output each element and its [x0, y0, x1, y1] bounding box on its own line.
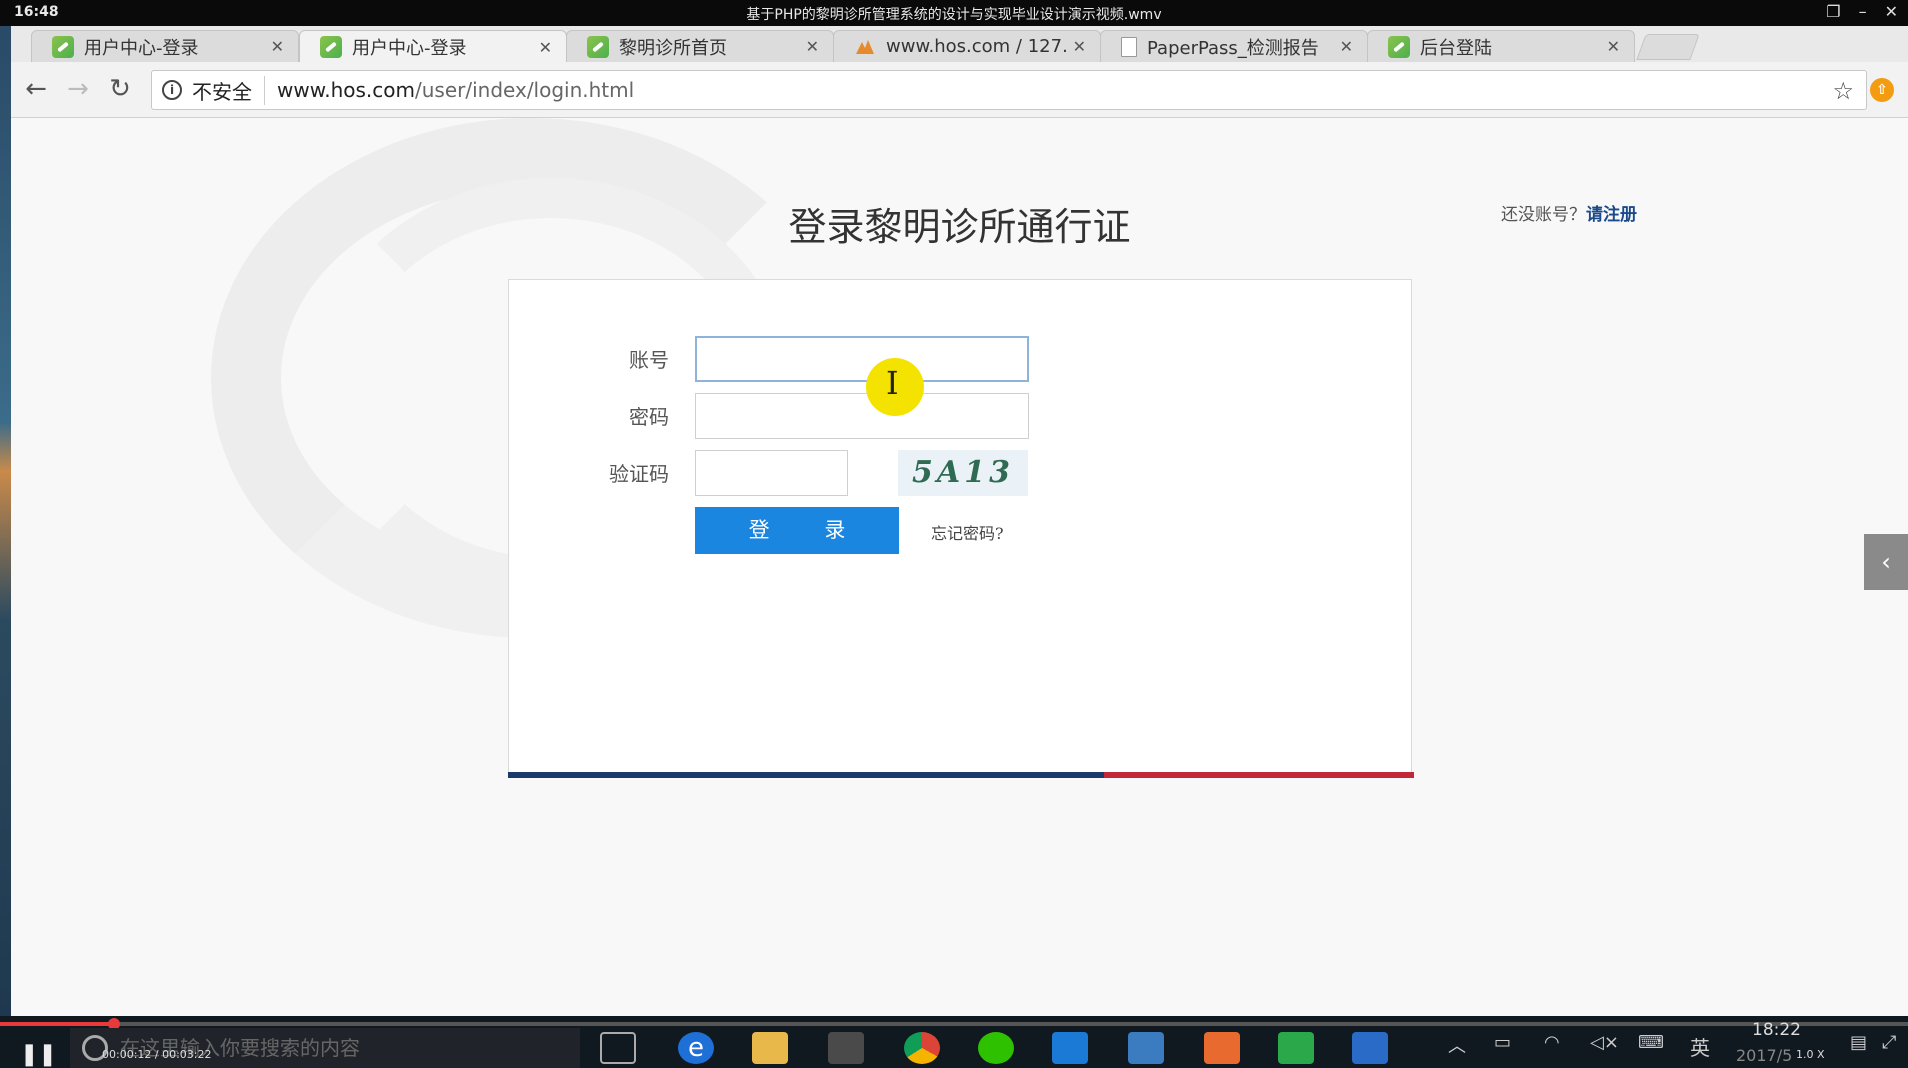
video-elapsed-time: 00:00:12 / 00:03:22: [102, 1048, 212, 1061]
tab-paperpass[interactable]: PaperPass_检测报告 ✕: [1100, 30, 1368, 62]
task-view-icon[interactable]: [600, 1032, 636, 1064]
register-prompt: 还没账号？请注册: [1501, 200, 1637, 225]
back-arrow-icon[interactable]: ←: [21, 74, 51, 104]
account-input[interactable]: [695, 336, 1029, 382]
window-controls: ❐ – ✕: [1826, 2, 1898, 21]
text-cursor-icon: I: [886, 364, 899, 402]
chrome-icon[interactable]: [904, 1032, 940, 1064]
login-card: 账号 密码 验证码 5A13 登 录 忘记密码?: [508, 279, 1414, 778]
side-panel-toggle[interactable]: ‹: [1864, 534, 1908, 590]
tab-user-login-1[interactable]: 用户中心-登录 ✕: [31, 30, 299, 62]
captcha-image[interactable]: 5A13: [898, 450, 1028, 496]
tab-close-icon[interactable]: ✕: [806, 37, 819, 56]
forgot-password-link[interactable]: 忘记密码?: [931, 520, 1004, 544]
app-icon[interactable]: [1128, 1032, 1164, 1064]
captcha-input[interactable]: [695, 450, 848, 496]
playback-speed[interactable]: 1.0 X: [1796, 1048, 1825, 1061]
forward-arrow-icon[interactable]: →: [63, 74, 93, 104]
tab-strip: 用户中心-登录 ✕ 用户中心-登录 ✕ 黎明诊所首页 ✕ www.hos.com…: [11, 26, 1908, 63]
desktop-background: [0, 26, 11, 1016]
browser-toolbar: ← → ↻ i 不安全 www.hos.com/user/index/login…: [11, 62, 1908, 118]
taskbar-date[interactable]: 2017/5: [1736, 1046, 1792, 1065]
file-explorer-icon[interactable]: [752, 1032, 788, 1064]
close-icon[interactable]: ✕: [1885, 2, 1898, 21]
taskbar-time[interactable]: 18:22: [1752, 1020, 1801, 1040]
tab-close-icon[interactable]: ✕: [1340, 37, 1353, 56]
info-icon[interactable]: i: [162, 80, 182, 100]
tab-close-icon[interactable]: ✕: [539, 38, 552, 57]
extension-icon[interactable]: ⇧: [1870, 78, 1894, 102]
tab-label: 后台登陆: [1420, 37, 1492, 59]
reload-icon[interactable]: ↻: [105, 74, 135, 104]
tab-phpmyadmin[interactable]: www.hos.com / 127. ✕: [833, 30, 1101, 62]
spreadsheet-icon[interactable]: [1278, 1032, 1314, 1064]
battery-icon[interactable]: ▭: [1494, 1032, 1511, 1053]
wifi-icon[interactable]: ◠: [1544, 1032, 1560, 1053]
tab-label: 用户中心-登录: [352, 38, 467, 59]
tab-admin-login[interactable]: 后台登陆 ✕: [1367, 30, 1635, 62]
word-icon[interactable]: [1352, 1032, 1388, 1064]
tab-label: PaperPass_检测报告: [1147, 37, 1319, 59]
chevron-left-icon: ‹: [1881, 548, 1891, 576]
tab-label: www.hos.com / 127.: [886, 36, 1067, 57]
minimize-icon[interactable]: –: [1859, 2, 1867, 21]
restore-icon[interactable]: ❐: [1826, 2, 1840, 21]
tab-label: 用户中心-登录: [84, 37, 199, 59]
keyboard-icon[interactable]: ⌨: [1638, 1032, 1664, 1053]
login-page: 登录黎明诊所通行证 还没账号？请注册 账号 密码 验证码 5A13 登 录 忘记…: [11, 118, 1908, 1016]
video-progress-bar[interactable]: [0, 1018, 1908, 1030]
chevron-up-icon[interactable]: ︿: [1448, 1032, 1466, 1058]
login-button[interactable]: 登 录: [695, 507, 899, 554]
bookmark-star-icon[interactable]: ☆: [1832, 77, 1854, 105]
password-input[interactable]: [695, 393, 1029, 439]
phpmyadmin-favicon-icon: [854, 36, 876, 58]
edge-icon[interactable]: e: [678, 1032, 714, 1064]
document-icon: [1121, 36, 1137, 57]
tab-user-login-2[interactable]: 用户中心-登录 ✕: [299, 30, 567, 63]
card-accent-bar-red: [1104, 772, 1414, 778]
password-label: 密码: [629, 405, 669, 429]
address-bar[interactable]: i 不安全 www.hos.com/user/index/login.html …: [151, 70, 1867, 110]
captcha-label: 验证码: [609, 462, 669, 486]
leaf-favicon-icon: [320, 36, 342, 58]
leaf-favicon-icon: [52, 35, 74, 58]
pause-icon[interactable]: ❚❚: [20, 1042, 57, 1067]
tab-close-icon[interactable]: ✕: [1607, 37, 1620, 56]
leaf-favicon-icon: [1388, 35, 1410, 58]
notification-icon[interactable]: ▤: [1850, 1032, 1867, 1053]
wechat-icon[interactable]: [978, 1032, 1014, 1064]
card-accent-bar-blue: [508, 772, 1104, 778]
ime-indicator[interactable]: 英: [1690, 1032, 1710, 1061]
store-icon[interactable]: [828, 1032, 864, 1064]
url-text[interactable]: www.hos.com/user/index/login.html: [277, 78, 634, 102]
register-link[interactable]: 请注册: [1586, 205, 1637, 225]
leaf-favicon-icon: [587, 35, 609, 58]
security-indicator[interactable]: 不安全: [192, 75, 265, 105]
url-host: www.hos.com: [277, 78, 415, 102]
video-progress-fill: [0, 1022, 115, 1026]
tab-label: 黎明诊所首页: [619, 37, 727, 59]
tab-close-icon[interactable]: ✕: [271, 37, 284, 56]
video-title: 基于PHP的黎明诊所管理系统的设计与实现毕业设计演示视频.wmv: [746, 7, 1162, 23]
xampp-icon[interactable]: [1204, 1032, 1240, 1064]
fullscreen-icon[interactable]: ⤢: [1882, 1032, 1896, 1053]
tab-close-icon[interactable]: ✕: [1073, 37, 1086, 56]
tab-clinic-home[interactable]: 黎明诊所首页 ✕: [566, 30, 834, 62]
url-path: /user/index/login.html: [415, 78, 635, 102]
new-tab-button[interactable]: [1636, 34, 1700, 60]
browser-window: 用户中心-登录 ✕ 用户中心-登录 ✕ 黎明诊所首页 ✕ www.hos.com…: [11, 26, 1908, 1016]
player-title-bar: 16:48 基于PHP的黎明诊所管理系统的设计与实现毕业设计演示视频.wmv ❐…: [0, 0, 1908, 26]
volume-mute-icon[interactable]: ◁×: [1590, 1032, 1619, 1053]
qq-icon[interactable]: [1052, 1032, 1088, 1064]
account-label: 账号: [629, 348, 669, 372]
register-prompt-text: 还没账号？: [1501, 205, 1586, 225]
